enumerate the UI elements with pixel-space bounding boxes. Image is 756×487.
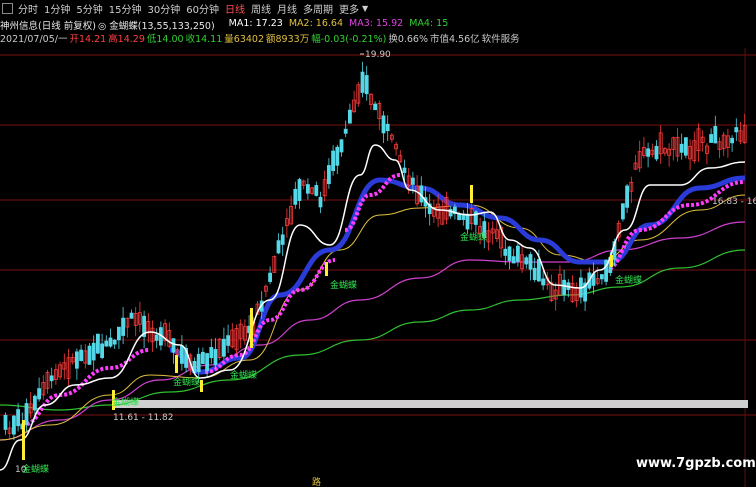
candle-body (305, 184, 310, 194)
candlestick-chart[interactable]: 金蝴蝶金蝴蝶金蝴蝶金蝴蝶金蝴蝶金蝴蝶金蝴蝶19.9011.61 - 11.821… (0, 0, 756, 487)
candle-body (196, 353, 201, 373)
bottom-tag: 路 (312, 476, 321, 487)
candle-body (625, 185, 629, 208)
kline-chart-window: { "toolbar": { "items": ["分时","1分钟","5分钟… (0, 0, 756, 487)
candle-body (293, 188, 298, 205)
candle-body (684, 137, 688, 156)
signal-bar (22, 420, 25, 460)
candle-body (213, 349, 218, 366)
signal-label: 金蝴蝶 (230, 369, 257, 381)
range-left-label: 11.61 - 11.82 (113, 413, 174, 423)
signal-label: 金蝴蝶 (460, 231, 487, 243)
candle-body (339, 139, 344, 153)
candle-body (343, 128, 348, 134)
candle-body (335, 146, 340, 166)
candle-body (465, 213, 470, 230)
candle-body (360, 71, 365, 93)
candle-body (171, 338, 176, 353)
candle-body (87, 345, 92, 365)
candle-body (11, 415, 16, 435)
signal-label: 金蝴蝶 (112, 396, 139, 408)
candle-body (297, 179, 302, 201)
candle-body (37, 388, 41, 400)
peak-price-label: 19.90 (365, 50, 391, 60)
candle-body (221, 338, 226, 357)
candle-body (347, 109, 352, 124)
candle-body (24, 403, 29, 426)
candle-body (318, 196, 323, 208)
range-right-label: 16.83 - 16 (712, 197, 756, 207)
watermark-text: www.7gpzb.com (636, 456, 756, 471)
signal-label: 金蝴蝶 (173, 376, 200, 388)
candle-body (205, 353, 210, 372)
candle-body (646, 148, 650, 157)
support-band (112, 400, 748, 408)
candle-body (112, 339, 117, 345)
candle-body (507, 246, 512, 261)
candle-body (79, 349, 83, 361)
candle-body (621, 203, 625, 220)
candle-body (511, 256, 516, 264)
low-price-label: 10 (15, 465, 27, 475)
candle-body (100, 343, 104, 358)
candle-body (734, 127, 739, 133)
candle-body (280, 234, 285, 245)
candle-body (402, 167, 407, 173)
signal-bar (200, 380, 203, 392)
signal-bar (610, 255, 613, 267)
candle-body (75, 351, 79, 369)
signal-bar (175, 355, 178, 373)
candle-body (385, 123, 390, 132)
candle-body (410, 177, 415, 185)
candle-body (541, 278, 545, 286)
candle-body (537, 259, 541, 282)
candle-body (331, 150, 336, 172)
candle-body (96, 333, 100, 354)
candle-body (200, 351, 205, 364)
candle-body (730, 137, 734, 144)
signal-label: 金蝴蝶 (615, 274, 642, 286)
candle-body (373, 103, 378, 111)
candle-body (226, 335, 231, 346)
candle-body (679, 143, 684, 153)
candle-body (209, 347, 214, 359)
candle-body (381, 115, 386, 134)
candle-body (16, 409, 21, 427)
signal-bar (250, 308, 253, 348)
candle-body (326, 165, 331, 184)
candle-body (3, 414, 8, 430)
candle-body (117, 326, 121, 341)
candle-body (49, 375, 54, 382)
candle-body (154, 334, 159, 341)
candle-body (276, 240, 281, 254)
candle-body (268, 272, 273, 282)
candle-body (91, 342, 96, 361)
candle-body (364, 75, 369, 95)
ma4-line (0, 249, 746, 411)
candle-body (709, 134, 713, 143)
candle-body (121, 317, 125, 336)
signal-bar (470, 185, 473, 203)
candle-body (314, 185, 319, 196)
candle-body (179, 345, 184, 364)
candle-body (524, 257, 529, 265)
signal-label: 金蝴蝶 (330, 279, 357, 291)
candle-body (562, 279, 566, 296)
candle-body (654, 145, 659, 160)
candle-body (516, 245, 520, 262)
candle-body (528, 254, 533, 270)
signal-bar (325, 262, 328, 276)
candle-body (129, 312, 134, 319)
ribbon-blue (169, 175, 746, 375)
candle-body (532, 267, 537, 280)
candle-body (33, 395, 37, 411)
candle-body (108, 337, 113, 347)
candle-body (104, 340, 109, 347)
candle-body (503, 248, 508, 256)
candle-body (713, 126, 718, 144)
candle-body (600, 274, 604, 280)
